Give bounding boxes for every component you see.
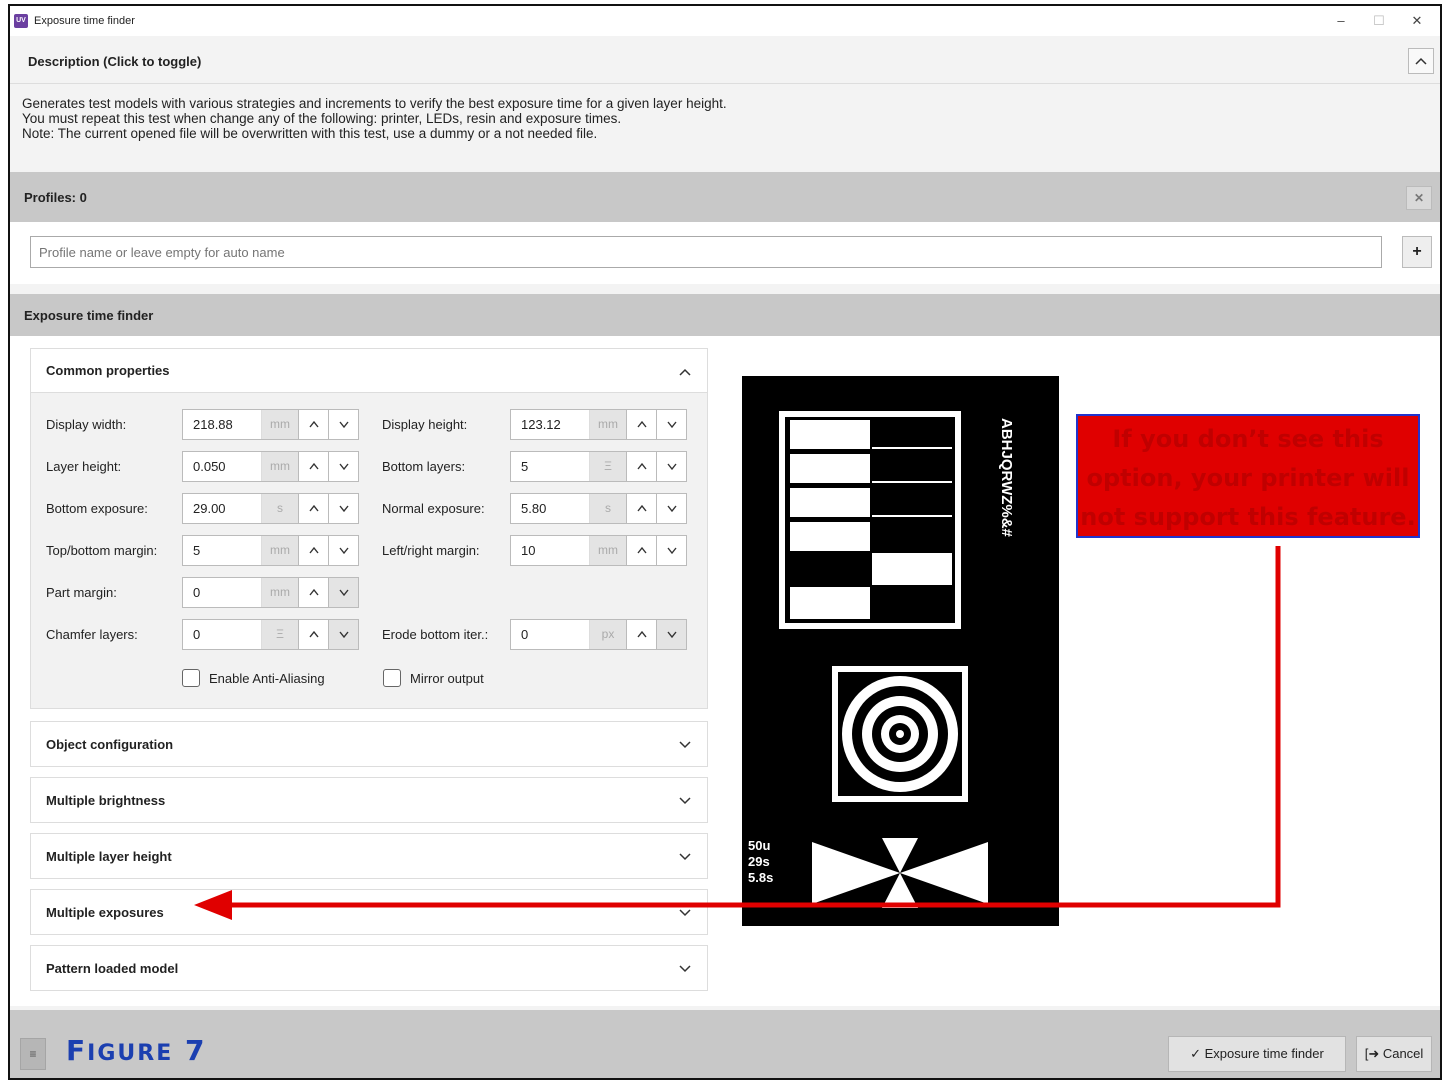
annotation-arrow [194,546,1281,920]
